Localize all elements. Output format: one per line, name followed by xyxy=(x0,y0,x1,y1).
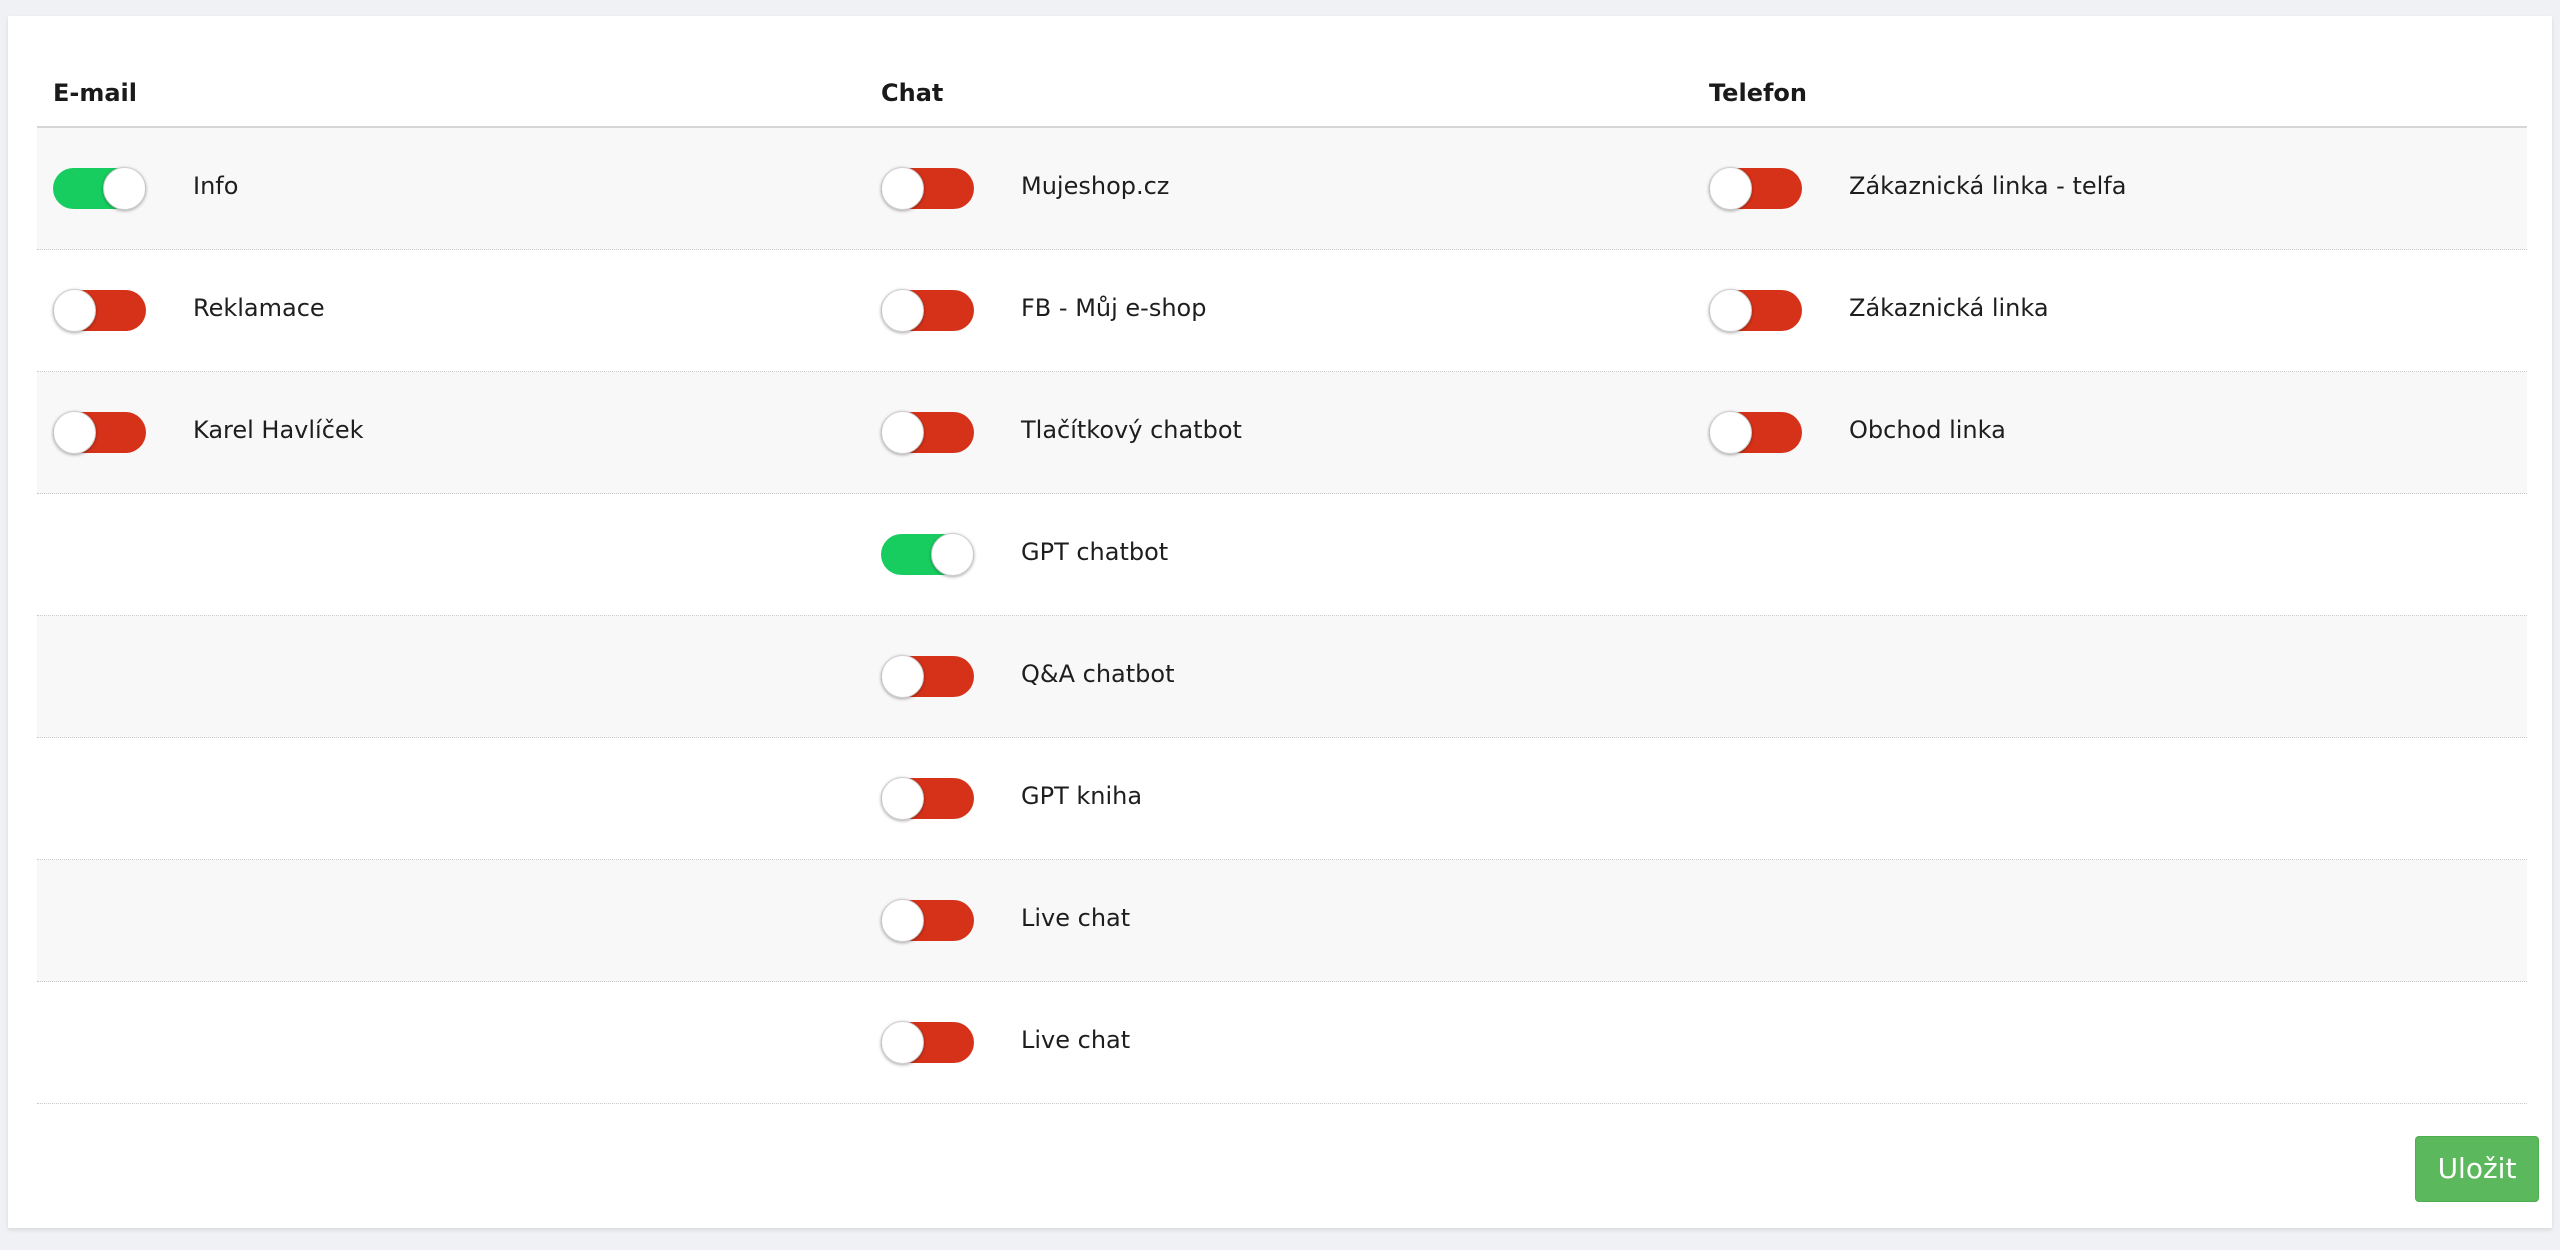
email-channel-label: Reklamace xyxy=(193,293,325,322)
table-header: E-mail Chat Telefon xyxy=(37,56,2527,128)
phone-toggle-1[interactable] xyxy=(1709,289,1802,332)
channels-panel: E-mail Chat Telefon Info Mujeshop.cz Zákaz… xyxy=(8,16,2552,1228)
toggle-knob xyxy=(881,411,924,454)
email-channel-label: Karel Havlíček xyxy=(193,415,364,444)
table-row: Info Mujeshop.cz Zákaznická linka - telfa xyxy=(37,128,2527,250)
table-row: Karel Havlíček Tlačítkový chatbot Obchod l… xyxy=(37,372,2527,494)
table-row: Reklamace FB - Můj e-shop Zákaznická linka xyxy=(37,250,2527,372)
chat-channel-label: Live chat xyxy=(1021,1025,1131,1054)
phone-cell: Zákaznická linka xyxy=(1693,250,2527,371)
toggle-knob xyxy=(1709,167,1752,210)
toggle-knob xyxy=(103,167,146,210)
email-cell xyxy=(37,738,865,859)
phone-cell xyxy=(1693,860,2527,981)
chat-cell: Q&A chatbot xyxy=(865,616,1693,737)
phone-toggle-2[interactable] xyxy=(1709,411,1802,454)
column-header-chat: Chat xyxy=(881,79,944,107)
chat-toggle-4[interactable] xyxy=(881,655,974,698)
chat-toggle-3[interactable] xyxy=(881,533,974,576)
toggle-knob xyxy=(881,777,924,820)
toggle-knob xyxy=(881,1021,924,1064)
toggle-knob xyxy=(881,655,924,698)
chat-cell: GPT kniha xyxy=(865,738,1693,859)
toggle-knob xyxy=(1709,411,1752,454)
chat-cell: GPT chatbot xyxy=(865,494,1693,615)
chat-cell: Tlačítkový chatbot xyxy=(865,372,1693,493)
chat-toggle-5[interactable] xyxy=(881,777,974,820)
chat-channel-label: GPT chatbot xyxy=(1021,537,1169,566)
email-channel-label: Info xyxy=(193,171,239,200)
phone-cell xyxy=(1693,738,2527,859)
chat-cell: Live chat xyxy=(865,982,1693,1103)
table-row: Q&A chatbot xyxy=(37,616,2527,738)
chat-channel-label: Tlačítkový chatbot xyxy=(1021,415,1242,444)
phone-toggle-0[interactable] xyxy=(1709,167,1802,210)
phone-cell xyxy=(1693,982,2527,1103)
table-body: Info Mujeshop.cz Zákaznická linka - telfa R… xyxy=(37,128,2527,1104)
email-cell xyxy=(37,616,865,737)
email-cell: Info xyxy=(37,128,865,249)
chat-toggle-7[interactable] xyxy=(881,1021,974,1064)
phone-cell xyxy=(1693,494,2527,615)
toggle-knob xyxy=(931,533,974,576)
email-cell xyxy=(37,982,865,1103)
table-row: Live chat xyxy=(37,982,2527,1104)
email-cell xyxy=(37,494,865,615)
chat-cell: Mujeshop.cz xyxy=(865,128,1693,249)
chat-toggle-0[interactable] xyxy=(881,167,974,210)
toggle-knob xyxy=(881,167,924,210)
phone-channel-label: Zákaznická linka - telfa xyxy=(1849,171,2127,200)
phone-channel-label: Zákaznická linka xyxy=(1849,293,2049,322)
phone-cell xyxy=(1693,616,2527,737)
phone-cell: Zákaznická linka - telfa xyxy=(1693,128,2527,249)
column-header-phone: Telefon xyxy=(1709,79,1807,107)
chat-toggle-6[interactable] xyxy=(881,899,974,942)
phone-channel-label: Obchod linka xyxy=(1849,415,2006,444)
email-toggle-0[interactable] xyxy=(53,167,146,210)
chat-channel-label: Live chat xyxy=(1021,903,1131,932)
table-row: GPT kniha xyxy=(37,738,2527,860)
chat-cell: Live chat xyxy=(865,860,1693,981)
toggle-knob xyxy=(53,289,96,332)
chat-toggle-2[interactable] xyxy=(881,411,974,454)
toggle-knob xyxy=(881,899,924,942)
column-header-email: E-mail xyxy=(53,79,138,107)
chat-toggle-1[interactable] xyxy=(881,289,974,332)
email-cell: Karel Havlíček xyxy=(37,372,865,493)
chat-channel-label: Mujeshop.cz xyxy=(1021,171,1170,200)
save-button[interactable]: Uložit xyxy=(2415,1136,2539,1202)
email-toggle-2[interactable] xyxy=(53,411,146,454)
toggle-knob xyxy=(1709,289,1752,332)
chat-channel-label: FB - Můj e-shop xyxy=(1021,293,1207,322)
chat-channel-label: Q&A chatbot xyxy=(1021,659,1175,688)
toggle-knob xyxy=(881,289,924,332)
table-row: GPT chatbot xyxy=(37,494,2527,616)
table-row: Live chat xyxy=(37,860,2527,982)
phone-cell: Obchod linka xyxy=(1693,372,2527,493)
email-cell xyxy=(37,860,865,981)
channels-table: E-mail Chat Telefon Info Mujeshop.cz Zákaz… xyxy=(37,56,2527,1104)
chat-channel-label: GPT kniha xyxy=(1021,781,1143,810)
chat-cell: FB - Můj e-shop xyxy=(865,250,1693,371)
email-toggle-1[interactable] xyxy=(53,289,146,332)
toggle-knob xyxy=(53,411,96,454)
email-cell: Reklamace xyxy=(37,250,865,371)
